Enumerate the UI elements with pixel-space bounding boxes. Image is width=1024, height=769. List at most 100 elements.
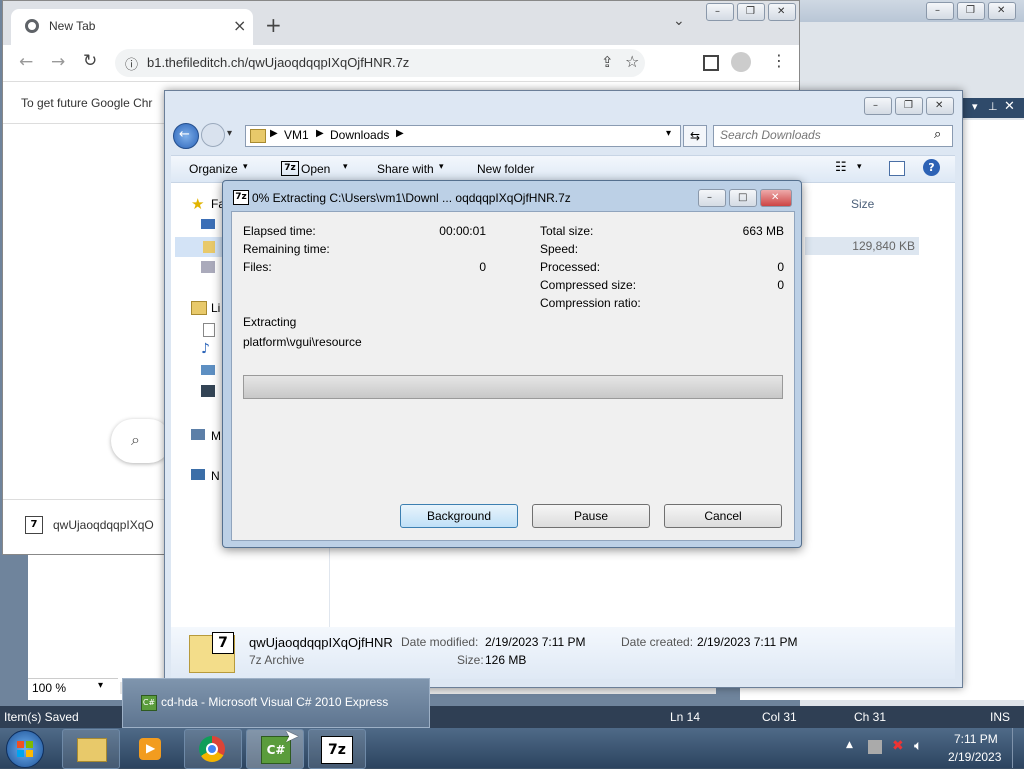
reload-icon[interactable]: ↻ bbox=[83, 51, 97, 71]
clock-time[interactable]: 7:11 PM bbox=[954, 732, 998, 746]
menu-icon[interactable]: ⋮ bbox=[771, 51, 787, 70]
folder-icon bbox=[77, 738, 107, 762]
chrome-close-button[interactable]: ✕ bbox=[768, 3, 796, 21]
view-options-icon[interactable]: ☷ bbox=[835, 160, 847, 175]
compression-ratio-label: Compression ratio: bbox=[540, 296, 641, 310]
tab-close-icon[interactable]: × bbox=[233, 16, 246, 35]
side-panel-icon[interactable] bbox=[703, 55, 719, 71]
chrome-minimize-button[interactable]: – bbox=[706, 3, 734, 21]
refresh-icon[interactable]: ⇆ bbox=[683, 125, 707, 147]
elapsed-time-label: Elapsed time: bbox=[243, 224, 316, 238]
taskbar-preview-popup[interactable]: C# cd-hda - Microsoft Visual C# 2010 Exp… bbox=[122, 678, 430, 728]
vs-panel-header: ▾ ⊥ ✕ bbox=[962, 98, 1024, 118]
cancel-button[interactable]: Cancel bbox=[664, 504, 782, 528]
show-desktop-button[interactable] bbox=[1012, 728, 1024, 768]
media-player-icon: ▶ bbox=[139, 738, 161, 760]
google-search-box[interactable]: ⌕ bbox=[111, 419, 171, 463]
zoom-level: 100 % bbox=[32, 681, 67, 695]
processed-value: 0 bbox=[777, 260, 784, 274]
forward-arrow-icon[interactable] bbox=[201, 123, 225, 147]
dialog-close-button[interactable]: ✕ bbox=[760, 189, 792, 207]
status-column: Col 31 bbox=[762, 710, 797, 724]
computer-icon bbox=[191, 429, 205, 440]
chevron-down-icon[interactable]: ▾ bbox=[666, 128, 671, 139]
chrome-restore-button[interactable]: ❐ bbox=[737, 3, 765, 21]
preview-pane-icon[interactable] bbox=[889, 161, 905, 176]
share-icon[interactable]: ⇪ bbox=[601, 53, 614, 71]
action-center-icon[interactable]: ✖ bbox=[892, 738, 904, 754]
explorer-restore-button[interactable]: ❐ bbox=[895, 97, 923, 115]
vs-minimize-button[interactable]: – bbox=[926, 2, 954, 20]
speed-label: Speed: bbox=[540, 242, 579, 256]
share-with-button[interactable]: Share with bbox=[377, 162, 434, 176]
compressed-size-label: Compressed size: bbox=[540, 278, 637, 292]
files-value: 0 bbox=[479, 260, 486, 274]
favorites-star-icon: ★ bbox=[191, 195, 205, 213]
explorer-address-bar[interactable]: ▶ VM1 ▶ Downloads ▶ ▾ bbox=[245, 125, 681, 147]
download-item[interactable]: qwUjaoqdqqpIXqO bbox=[53, 518, 154, 532]
taskbar-7zip[interactable]: 7z bbox=[308, 729, 366, 769]
status-char: Ch 31 bbox=[854, 710, 887, 724]
show-hidden-icons-icon[interactable]: ▲ bbox=[846, 740, 853, 750]
search-icon: ⌕ bbox=[131, 430, 140, 449]
zoom-box[interactable]: 100 % ▾ bbox=[28, 678, 118, 697]
start-button[interactable] bbox=[6, 730, 44, 768]
chevron-down-icon[interactable]: ▾ bbox=[857, 162, 862, 172]
volume-icon[interactable]: 🔈︎ bbox=[914, 738, 922, 754]
forward-arrow-icon[interactable]: → bbox=[51, 52, 65, 72]
background-button[interactable]: Background bbox=[400, 504, 518, 528]
documents-icon bbox=[203, 323, 215, 337]
files-label: Files: bbox=[243, 260, 272, 274]
taskbar-media-player[interactable]: ▶ bbox=[122, 729, 180, 769]
column-header-size[interactable]: Size bbox=[851, 197, 874, 211]
breadcrumb-downloads[interactable]: Downloads bbox=[330, 128, 389, 142]
network-tray-icon[interactable] bbox=[868, 740, 882, 754]
back-arrow-icon[interactable]: ← bbox=[19, 52, 33, 72]
folder-icon bbox=[250, 129, 266, 143]
clock-date[interactable]: 2/19/2023 bbox=[948, 750, 1001, 764]
info-icon[interactable]: ⓘ bbox=[125, 54, 138, 73]
details-date-created: 2/19/2023 7:11 PM bbox=[697, 635, 798, 649]
address-bar[interactable]: ⓘ b1.thefileditch.ch/qwUjaoqdqqpIXqOjfHN… bbox=[115, 49, 645, 77]
libraries-icon bbox=[191, 301, 207, 315]
total-size-label: Total size: bbox=[540, 224, 594, 238]
help-icon[interactable]: ? bbox=[923, 159, 940, 176]
new-tab-button[interactable]: + bbox=[265, 13, 282, 37]
tab-search-icon[interactable]: ⌄ bbox=[673, 13, 685, 29]
file-row-selected[interactable]: 129,840 KB bbox=[805, 237, 919, 255]
extract-progress-bar bbox=[243, 375, 783, 399]
recent-pages-icon[interactable]: ▾ bbox=[227, 128, 232, 139]
open-button[interactable]: Open bbox=[301, 162, 330, 176]
dropdown-icon[interactable]: ▾ bbox=[972, 100, 978, 113]
new-folder-button[interactable]: New folder bbox=[477, 162, 534, 176]
dialog-maximize-button[interactable]: □ bbox=[729, 189, 757, 207]
profile-avatar-icon[interactable] bbox=[731, 52, 751, 72]
explorer-search-input[interactable]: Search Downloads ⌕ bbox=[713, 125, 953, 147]
tab-new-tab[interactable]: New Tab × bbox=[11, 9, 253, 45]
chevron-down-icon: ▾ bbox=[439, 162, 444, 172]
chevron-down-icon: ▾ bbox=[98, 680, 104, 691]
chrome-toolbar: ← → ↻ ⓘ b1.thefileditch.ch/qwUjaoqdqqpIX… bbox=[3, 45, 799, 82]
star-icon[interactable]: ☆ bbox=[625, 52, 639, 71]
explorer-close-button[interactable]: ✕ bbox=[926, 97, 954, 115]
breadcrumb-vm1[interactable]: VM1 bbox=[284, 128, 309, 142]
taskbar-explorer[interactable] bbox=[62, 729, 120, 769]
organize-button[interactable]: Organize bbox=[189, 162, 238, 176]
taskbar-chrome[interactable] bbox=[184, 729, 242, 769]
tab-title: New Tab bbox=[49, 19, 96, 33]
vs-close-button[interactable]: ✕ bbox=[988, 2, 1016, 20]
vs-restore-button[interactable]: ❐ bbox=[957, 2, 985, 20]
current-file-path: platform\vgui\resource bbox=[243, 335, 362, 349]
explorer-minimize-button[interactable]: – bbox=[864, 97, 892, 115]
nav-item-libraries[interactable]: Li bbox=[211, 301, 220, 315]
close-icon[interactable]: ✕ bbox=[1004, 99, 1015, 114]
dialog-minimize-button[interactable]: – bbox=[698, 189, 726, 207]
pause-button[interactable]: Pause bbox=[532, 504, 650, 528]
breadcrumb-chevron-icon: ▶ bbox=[396, 128, 404, 139]
details-date-created-label: Date created: bbox=[621, 635, 694, 649]
pin-icon[interactable]: ⊥ bbox=[988, 100, 998, 113]
back-arrow-icon[interactable]: ← bbox=[173, 123, 199, 149]
nav-item-network[interactable]: N bbox=[211, 469, 220, 483]
breadcrumb-chevron-icon: ▶ bbox=[316, 128, 324, 139]
nav-item-computer[interactable]: M bbox=[211, 429, 221, 443]
